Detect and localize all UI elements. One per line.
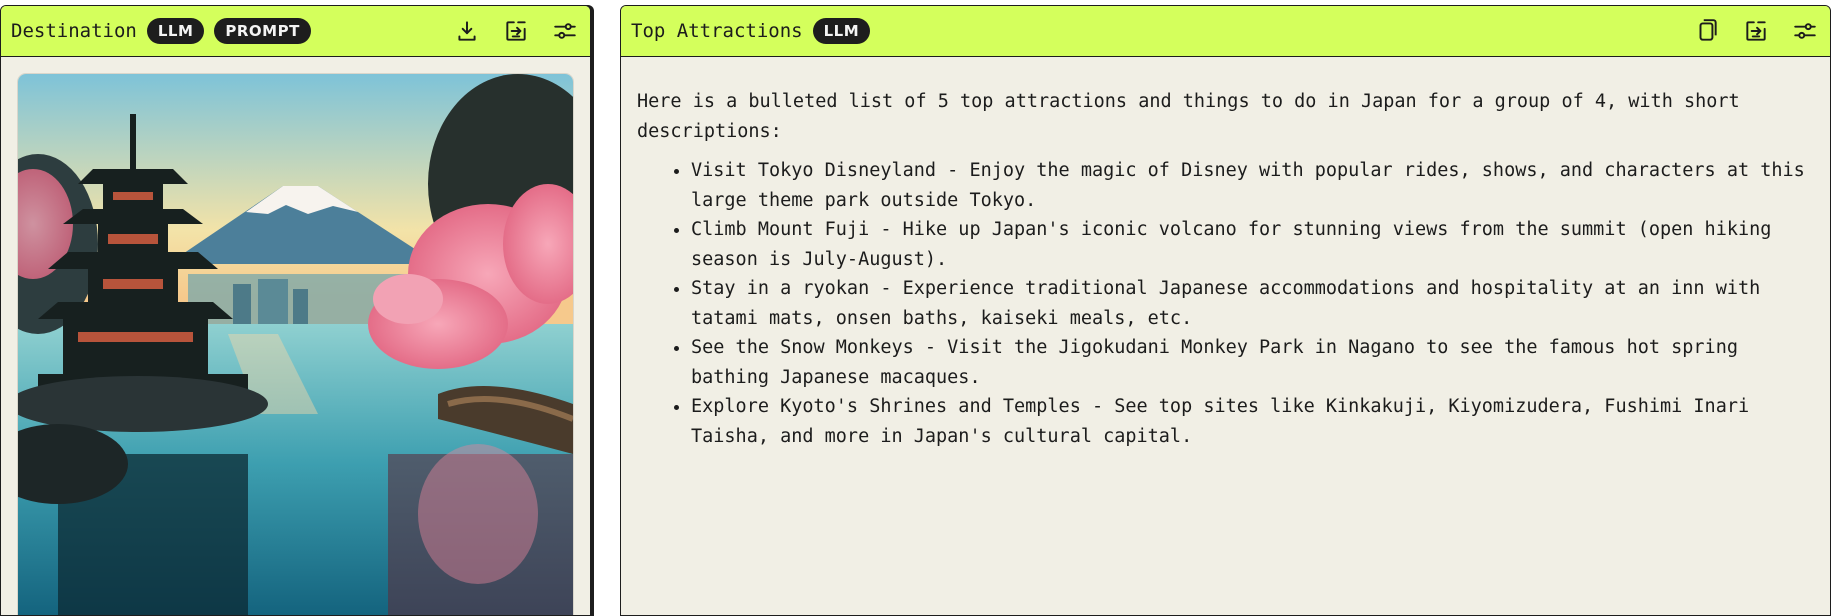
list-item: Visit Tokyo Disneyland - Enjoy the magic… — [691, 156, 1814, 215]
share-export-icon[interactable] — [1741, 16, 1771, 46]
list-item: Climb Mount Fuji - Hike up Japan's iconi… — [691, 215, 1814, 274]
destination-image — [18, 74, 573, 615]
attractions-content: Here is a bulleted list of 5 top attract… — [621, 57, 1830, 451]
settings-sliders-icon[interactable] — [1790, 16, 1820, 46]
settings-sliders-icon[interactable] — [550, 16, 580, 46]
list-item: Explore Kyoto's Shrines and Temples - Se… — [691, 392, 1814, 451]
destination-panel-header: Destination LLM PROMPT — [1, 6, 590, 57]
top-attractions-panel-header: Top Attractions LLM — [621, 6, 1830, 57]
list-item: See the Snow Monkeys - Visit the Jigokud… — [691, 333, 1814, 392]
download-icon[interactable] — [452, 16, 482, 46]
attractions-list: Visit Tokyo Disneyland - Enjoy the magic… — [637, 156, 1814, 451]
llm-badge: LLM — [146, 18, 205, 44]
prompt-badge: PROMPT — [214, 18, 311, 44]
llm-badge: LLM — [812, 18, 871, 44]
intro-text: Here is a bulleted list of 5 top attract… — [637, 91, 1740, 142]
list-item: Stay in a ryokan - Experience traditiona… — [691, 274, 1814, 333]
copy-icon[interactable] — [1692, 16, 1722, 46]
panel-title: Top Attractions — [631, 20, 803, 42]
top-attractions-panel: Top Attractions LLM Here is a bulleted l… — [620, 5, 1831, 616]
panel-title: Destination — [11, 20, 137, 42]
destination-panel: Destination LLM PROMPT — [0, 5, 591, 616]
share-export-icon[interactable] — [501, 16, 531, 46]
